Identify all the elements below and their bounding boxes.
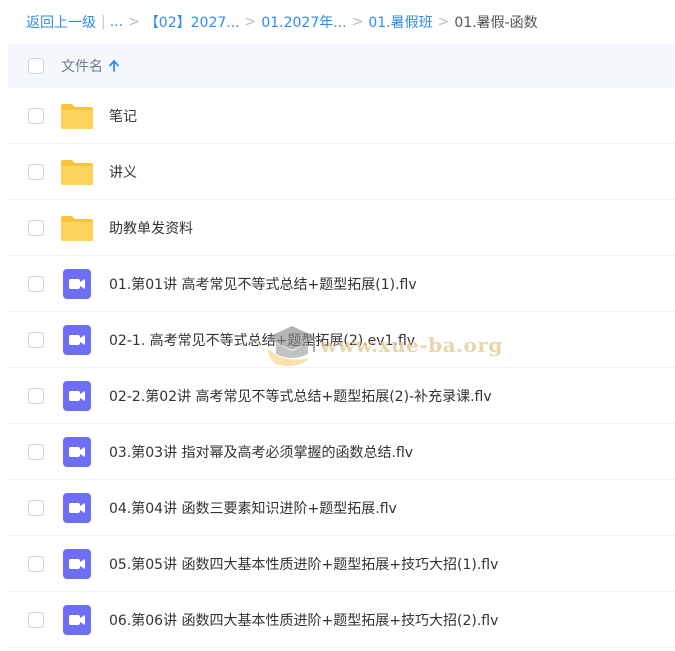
row-checkbox[interactable] (28, 611, 44, 628)
file-row-video[interactable]: 06.第06讲 函数四大基本性质进阶+题型拓展+技巧大招(2).flv (8, 592, 675, 648)
video-icon (59, 322, 95, 358)
breadcrumb-separator: > (351, 14, 364, 30)
folder-icon (59, 98, 95, 134)
file-row-video[interactable]: 01.第01讲 高考常见不等式总结+题型拓展(1).flv (8, 256, 675, 312)
video-icon (59, 378, 95, 414)
row-checkbox[interactable] (28, 331, 44, 348)
back-link[interactable]: 返回上一级 (26, 12, 96, 32)
file-list: 笔记 讲义 助教单发资料 01.第01讲 高考常见不等式总结+题型拓展(1).f… (8, 88, 675, 648)
file-list-header: 文件名 (8, 44, 675, 88)
row-checkbox[interactable] (28, 219, 44, 236)
breadcrumb-separator: > (128, 14, 140, 30)
file-row-video[interactable]: 02-1. 高考常见不等式总结+题型拓展(2).ev1.flv (8, 312, 675, 368)
video-icon (59, 546, 95, 582)
file-row-handout[interactable]: 讲义 (8, 144, 675, 200)
file-name[interactable]: 笔记 (109, 106, 137, 126)
breadcrumb-item[interactable]: 【02】2027... (145, 12, 240, 32)
breadcrumb-divider: | (101, 14, 106, 30)
file-row-video[interactable]: 05.第05讲 函数四大基本性质进阶+题型拓展+技巧大招(1).flv (8, 536, 675, 592)
breadcrumb: 返回上一级 | ... > 【02】2027... > 01.2027年... … (0, 0, 675, 44)
folder-icon (59, 154, 95, 190)
breadcrumb-current: 01.暑假-函数 (454, 15, 538, 31)
video-icon (59, 490, 95, 526)
row-checkbox[interactable] (28, 555, 44, 572)
file-name[interactable]: 01.第01讲 高考常见不等式总结+题型拓展(1).flv (109, 274, 417, 294)
breadcrumb-item[interactable]: 01.暑假班 (368, 12, 432, 32)
breadcrumb-separator: > (244, 14, 257, 30)
folder-icon (59, 210, 95, 246)
file-row-ta-materials[interactable]: 助教单发资料 (8, 200, 675, 256)
file-name[interactable]: 04.第04讲 函数三要素知识进阶+题型拓展.flv (109, 498, 397, 518)
file-row-video[interactable]: 03.第03讲 指对幂及高考必须掌握的函数总结.flv (8, 424, 675, 480)
select-all-checkbox[interactable] (28, 58, 44, 74)
row-checkbox[interactable] (28, 275, 44, 292)
breadcrumb-ellipsis[interactable]: ... (110, 14, 123, 30)
file-name[interactable]: 助教单发资料 (109, 218, 193, 238)
file-name[interactable]: 02-2.第02讲 高考常见不等式总结+题型拓展(2)-补充录课.flv (109, 386, 492, 406)
video-icon (59, 434, 95, 470)
row-checkbox[interactable] (28, 499, 44, 516)
file-name[interactable]: 06.第06讲 函数四大基本性质进阶+题型拓展+技巧大招(2).flv (109, 610, 498, 630)
file-row-video[interactable]: 04.第04讲 函数三要素知识进阶+题型拓展.flv (8, 480, 675, 536)
row-checkbox[interactable] (28, 387, 44, 404)
file-name[interactable]: 02-1. 高考常见不等式总结+题型拓展(2).ev1.flv (109, 330, 415, 350)
breadcrumb-separator: > (437, 14, 450, 30)
column-filename-header[interactable]: 文件名 (61, 56, 119, 76)
file-name[interactable]: 讲义 (109, 162, 137, 182)
file-name[interactable]: 03.第03讲 指对幂及高考必须掌握的函数总结.flv (109, 442, 413, 462)
arrow-up-icon[interactable] (109, 60, 119, 72)
file-row-notes[interactable]: 笔记 (8, 88, 675, 144)
column-filename-label: 文件名 (61, 59, 103, 75)
file-name[interactable]: 05.第05讲 函数四大基本性质进阶+题型拓展+技巧大招(1).flv (109, 554, 498, 574)
video-icon (59, 266, 95, 302)
file-row-video[interactable]: 02-2.第02讲 高考常见不等式总结+题型拓展(2)-补充录课.flv (8, 368, 675, 424)
row-checkbox[interactable] (28, 163, 44, 180)
row-checkbox[interactable] (28, 443, 44, 460)
video-icon (59, 602, 95, 638)
breadcrumb-item[interactable]: 01.2027年... (261, 12, 346, 32)
row-checkbox[interactable] (28, 107, 44, 124)
